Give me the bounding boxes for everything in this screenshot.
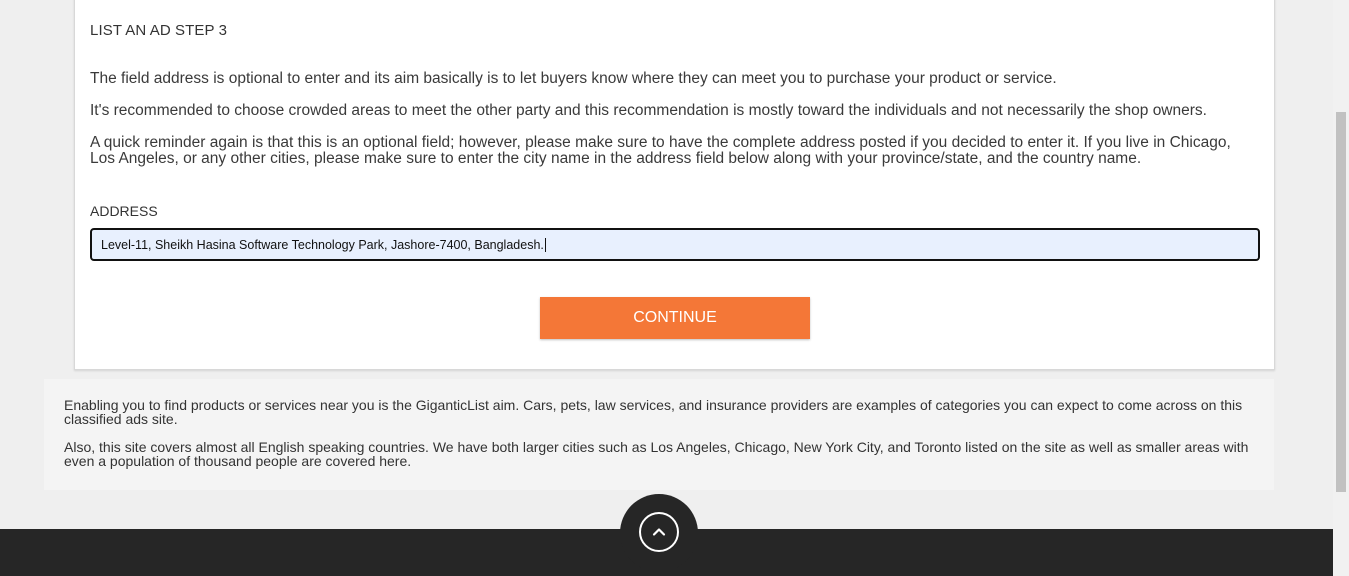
site-info-box: Enabling you to find products or service… [44, 379, 1274, 490]
address-input-value: Level-11, Sheikh Hasina Software Technol… [101, 237, 544, 252]
back-to-top-ring [639, 512, 679, 552]
address-label: ADDRESS [90, 203, 158, 219]
text-caret [544, 237, 546, 252]
info-paragraph-1: Enabling you to find products or service… [64, 397, 1243, 427]
intro-paragraph-3: A quick reminder again is that this is a… [90, 134, 1231, 167]
page-scrollbar[interactable] [1333, 0, 1349, 576]
step-title: LIST AN AD STEP 3 [90, 22, 228, 39]
page-viewport: LIST AN AD STEP 3 The field address is o… [0, 0, 1333, 576]
chevron-up-icon [652, 528, 666, 536]
list-ad-step-card: LIST AN AD STEP 3 The field address is o… [74, 0, 1275, 370]
intro-paragraph-1: The field address is optional to enter a… [90, 70, 1057, 87]
continue-button[interactable]: CONTINUE [540, 297, 810, 339]
scrollbar-thumb[interactable] [1336, 112, 1346, 492]
intro-paragraph-2: It's recommended to choose crowded areas… [90, 102, 1207, 119]
address-input[interactable]: Level-11, Sheikh Hasina Software Technol… [90, 228, 1260, 261]
info-paragraph-2: Also, this site covers almost all Englis… [64, 439, 1249, 469]
back-to-top-button[interactable] [620, 494, 698, 572]
